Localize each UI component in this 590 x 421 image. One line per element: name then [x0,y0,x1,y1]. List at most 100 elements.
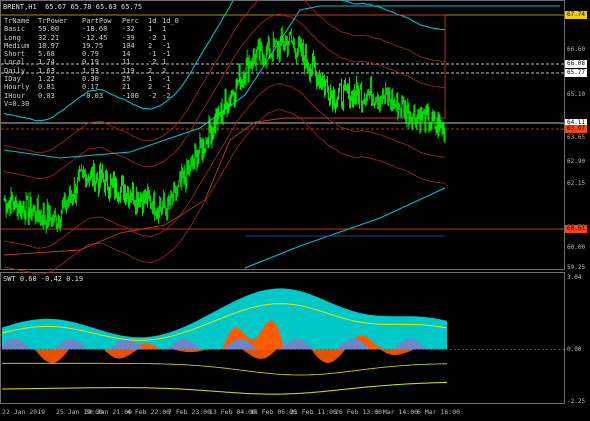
table-cell: -2 [148,58,157,67]
trend-table: TrName TrPower PartPow Perc 1d 1d_0 Basic 59.00… [4,17,179,108]
table-row: Long 32.21 -12.45 -39 -2 1 [4,34,174,42]
time-tick-label: 4 Feb 22:00 [127,408,171,416]
table-cell: IHour [4,91,26,100]
table-cell: 2 [148,83,153,92]
table-cell: -2 [148,91,157,100]
price-level-tag: 63.97 [565,125,587,133]
table-cell: 1d [148,17,157,25]
table-cell: -2 [148,33,157,42]
time-tick-label: 22 Jan 2019 [2,408,46,416]
table-cell: -12.45 [82,33,108,42]
table-cell: 1 [162,25,167,34]
table-cell: -39 [122,33,135,42]
table-cell: Medium [4,41,30,50]
table-cell: -18.68 [82,25,108,34]
table-cell: 0.19 [82,58,99,67]
table-row: IDay 1.22 0.30 25 1 -1 [4,75,174,83]
table-row: Basic 59.00 -18.68 -32 1 1 [4,25,174,33]
table-cell: Daily [4,66,26,75]
table-cell: 14 [122,50,131,59]
table-cell: -32 [122,25,135,34]
table-cell: 1.93 [82,66,99,75]
table-cell: Basic [4,25,26,34]
table-cell: 21 [122,83,131,92]
table-cell: TrPower [38,17,68,25]
table-row: IHour 0.03 -0.03 -100 -2 -2 [4,92,174,100]
price-level-tag: 65.77 [565,69,587,77]
table-cell: 1.63 [38,66,55,75]
table-cell: 18.97 [38,41,60,50]
swt-tick-label: 3.04 [567,274,582,281]
table-cell: Local [4,58,26,67]
price-tick-label: 62.15 [567,180,586,187]
table-cell: Perc [122,17,139,25]
cyan-trend-line [244,187,446,269]
price-tick-label: 66.60 [567,46,586,53]
table-header-row: TrName TrPower PartPow Perc 1d 1d_0 [4,17,179,25]
table-cell: Short [4,50,26,59]
time-tick-label: 6 Mar 16:00 [417,408,461,416]
time-tick-label: 1 Mar 14:00 [375,408,419,416]
table-cell: 1 [148,75,153,84]
table-row: Local 1.74 0.19 11 -2 1 [4,58,174,66]
table-cell: -2 [162,91,171,100]
symbol-label: BRENT,H1 [3,3,37,11]
ohlc-label: 65.67 65.78 65.63 65.75 [45,3,143,11]
table-cell: 0.17 [82,83,99,92]
price-tick-label: 60.00 [567,244,586,251]
table-footer: V=0.30 [4,99,30,108]
price-tick-label: 59.25 [567,264,586,271]
table-cell: -0.03 [82,91,104,100]
time-tick-label: 13 Feb 04:00 [209,408,256,416]
chart-header: BRENT,H1 65.67 65.78 65.63 65.75 [3,3,142,11]
table-cell: 0.30 [82,75,99,84]
swt-tick-label: 0.00 [567,346,582,353]
table-cell: 1.74 [38,58,55,67]
price-tick-label: 62.90 [567,158,586,165]
price-level-tag: 66.08 [565,60,587,68]
table-cell: TrName [4,17,30,25]
table-cell: 0.03 [38,91,55,100]
table-cell: 1.22 [38,75,55,84]
table-row: Daily 1.63 1.93 119 2 2 [4,67,174,75]
swt-negative-area [2,349,447,364]
price-level-tag: 67.74 [565,11,587,19]
table-cell: -1 [162,50,171,59]
price-level-tag: 60.61 [565,225,587,233]
table-cell: 1 [162,58,167,67]
table-cell: 59.00 [38,25,60,34]
table-cell: -1 [148,50,157,59]
table-cell: 32.21 [38,33,60,42]
swt-yellow-line [1,381,447,395]
time-tick-label: 7 Feb 23:00 [168,408,212,416]
sub-panel-label: SWT 0.60 -0.42 0.19 [3,275,84,283]
table-cell: 104 [122,41,135,50]
table-row: Medium 18.97 19.75 104 2 -1 [4,42,174,50]
table-cell: 0.79 [82,50,99,59]
time-tick-label: 21 Feb 11:00 [290,408,337,416]
table-cell: 119 [122,66,135,75]
table-cell: 1 [148,25,153,34]
price-tick-label: 63.65 [567,134,586,141]
table-row: Hourly 0.81 0.17 21 2 -1 [4,83,174,91]
table-cell: 1 [162,33,167,42]
table-row: Short 5.68 0.79 14 -1 -1 [4,50,174,58]
table-cell: 2 [148,41,153,50]
table-cell: 19.75 [82,41,104,50]
price-tick-label: 65.10 [567,91,586,98]
table-cell: 2 [162,66,167,75]
table-cell: -100 [122,91,139,100]
swt-yellow-line [2,362,448,376]
table-cell: PartPow [82,17,112,25]
table-cell: 5.68 [38,50,55,59]
table-cell: 25 [122,75,131,84]
swt-tick-label: -2.25 [567,398,586,405]
table-cell: Long [4,33,21,42]
table-cell: 1d_0 [162,17,179,25]
table-cell: Hourly [4,83,30,92]
table-cell: 2 [148,66,153,75]
table-cell: -1 [162,83,171,92]
table-cell: IDay [4,75,21,84]
time-tick-label: 30 Jan 21:00 [85,408,132,416]
table-cell: -1 [162,41,171,50]
